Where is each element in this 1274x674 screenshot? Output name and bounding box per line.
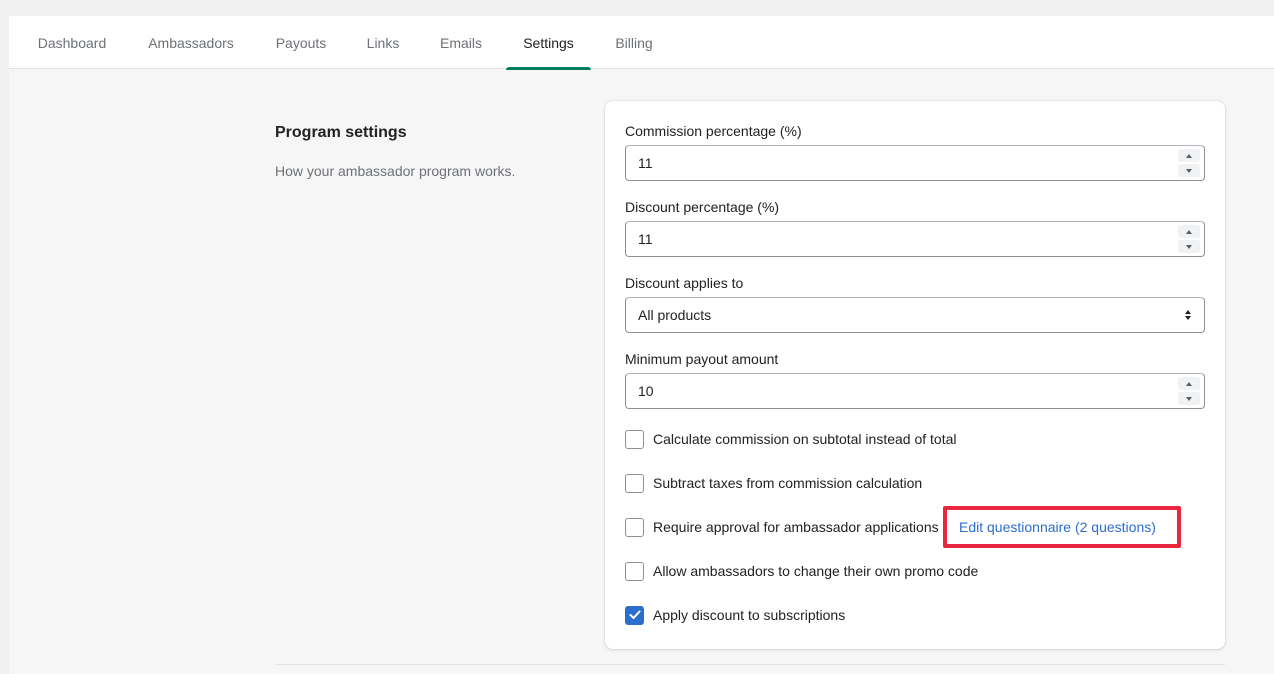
settings-card: Commission percentage (%) Discount perce… bbox=[605, 101, 1225, 649]
change-promo-code-label: Allow ambassadors to change their own pr… bbox=[653, 563, 979, 579]
require-approval-checkbox[interactable] bbox=[625, 517, 644, 537]
checkmark-icon bbox=[629, 610, 640, 619]
subscriptions-discount-checkbox[interactable] bbox=[625, 605, 644, 625]
section-title: Program settings bbox=[275, 124, 407, 141]
subtotal-commission-label: Calculate commission on subtotal instead… bbox=[653, 431, 957, 447]
chevron-up-icon[interactable] bbox=[1178, 225, 1200, 238]
minimum-payout-stepper bbox=[1178, 377, 1200, 405]
chevron-down-icon[interactable] bbox=[1178, 392, 1200, 405]
discount-stepper bbox=[1178, 225, 1200, 253]
chevron-down-icon[interactable] bbox=[1178, 164, 1200, 177]
discount-applies-value: All products bbox=[638, 307, 712, 323]
tab-emails[interactable]: Emails bbox=[427, 16, 495, 69]
tab-links[interactable]: Links bbox=[355, 16, 411, 69]
app-frame: Dashboard Ambassadors Payouts Links Emai… bbox=[9, 16, 1274, 674]
discount-applies-label: Discount applies to bbox=[625, 275, 744, 291]
discount-applies-select[interactable]: All products bbox=[625, 297, 1205, 333]
commission-percentage-input[interactable] bbox=[638, 146, 1158, 180]
tab-payouts[interactable]: Payouts bbox=[263, 16, 339, 69]
discount-percentage-label: Discount percentage (%) bbox=[625, 199, 780, 215]
discount-percentage-field bbox=[625, 221, 1205, 257]
minimum-payout-input[interactable] bbox=[638, 374, 1158, 408]
discount-percentage-input[interactable] bbox=[638, 222, 1158, 256]
commission-stepper bbox=[1178, 149, 1200, 177]
checkbox-row-subscriptions: Apply discount to subscriptions bbox=[625, 605, 845, 625]
commission-percentage-label: Commission percentage (%) bbox=[625, 123, 802, 139]
tab-dashboard[interactable]: Dashboard bbox=[25, 16, 119, 69]
require-approval-label: Require approval for ambassador applicat… bbox=[653, 519, 939, 535]
checkbox-row-taxes: Subtract taxes from commission calculati… bbox=[625, 473, 922, 493]
edit-questionnaire-link[interactable]: Edit questionnaire (2 questions) bbox=[959, 519, 1156, 535]
chevron-down-icon[interactable] bbox=[1178, 240, 1200, 253]
section-description: How your ambassador program works. bbox=[275, 163, 516, 179]
checkbox-row-promo: Allow ambassadors to change their own pr… bbox=[625, 561, 978, 581]
subtract-taxes-label: Subtract taxes from commission calculati… bbox=[653, 475, 923, 491]
tab-settings[interactable]: Settings bbox=[506, 16, 591, 70]
tab-bar: Dashboard Ambassadors Payouts Links Emai… bbox=[9, 16, 1274, 70]
subscriptions-discount-label: Apply discount to subscriptions bbox=[653, 607, 846, 623]
questionnaire-link-highlight: Edit questionnaire (2 questions) bbox=[943, 506, 1181, 548]
section-divider bbox=[275, 664, 1225, 665]
minimum-payout-label: Minimum payout amount bbox=[625, 351, 779, 367]
tab-ambassadors[interactable]: Ambassadors bbox=[135, 16, 247, 69]
subtract-taxes-checkbox[interactable] bbox=[625, 473, 644, 493]
checkbox-row-subtotal: Calculate commission on subtotal instead… bbox=[625, 429, 957, 449]
commission-percentage-field bbox=[625, 145, 1205, 181]
select-arrows-icon bbox=[1185, 310, 1191, 320]
minimum-payout-field bbox=[625, 373, 1205, 409]
checkbox-row-approval: Require approval for ambassador applicat… bbox=[625, 517, 939, 537]
chevron-up-icon[interactable] bbox=[1178, 377, 1200, 390]
subtotal-commission-checkbox[interactable] bbox=[625, 429, 644, 449]
tab-billing[interactable]: Billing bbox=[607, 16, 661, 69]
change-promo-code-checkbox[interactable] bbox=[625, 561, 644, 581]
chevron-up-icon[interactable] bbox=[1178, 149, 1200, 162]
